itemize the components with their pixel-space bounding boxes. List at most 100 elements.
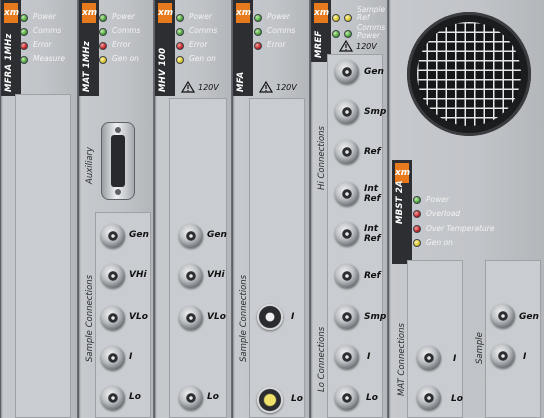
led-label: Power [426,195,449,204]
led-label: Error [33,40,52,49]
auxiliary-label: Auxiliary [85,146,95,184]
led-power-indicator [254,12,265,23]
led-gen-on-indicator [99,54,110,65]
warning-icon [181,81,195,93]
warning-icon [339,40,353,52]
bnc-smp-connector[interactable] [335,100,359,124]
led-label: Error [112,40,131,49]
mat-connections-label: MAT Connections [397,323,407,396]
binding-post-lo-connector[interactable] [257,387,283,413]
module-badge: xm MREF [311,0,331,62]
brand-logo: xm [314,3,329,23]
bnc-vhi-connector[interactable] [179,264,203,288]
led-label: Gen on [426,238,453,247]
led-label: Power [189,12,212,21]
module-badge: xm MBST 2A [392,160,412,264]
sample-connections-label: Sample Connections [85,274,95,362]
led-power-indicator [20,12,31,23]
module-mfra: xm MFRA 1MHz Power Comms Error Measure [0,0,78,418]
bnc-lo-connector[interactable] [335,386,359,410]
bnc-smp-connector[interactable] [335,305,359,329]
led-label: Error [267,40,286,49]
bnc-int-ref-connector[interactable] [335,222,359,246]
led-power-indicator [344,28,355,39]
connector-label: Ref [364,271,381,281]
led-label: Measure [33,54,66,63]
connector-label: Smp [364,107,387,117]
connector-label: Gen [519,312,539,322]
led-label: Over Temperature [426,224,495,233]
led-gen-on-indicator [413,237,424,248]
connector-label: I [453,354,457,364]
connector-label: I [291,312,295,322]
sample-connections-label: Sample Connections [239,274,249,362]
module-badge: xm MHV 100 [155,0,175,96]
connector-label: Gen [207,230,227,240]
connector-label: Lo [207,392,219,402]
led-comms-indicator [176,26,187,37]
bnc-lo-connector[interactable] [179,386,203,410]
lo-connections-label: Lo Connections [317,326,327,392]
led-sample-ref-indicator [332,12,343,23]
voltage-label: 120V [276,83,297,92]
led-power-indicator [99,12,110,23]
brand-logo: xm [158,3,173,23]
led-error-indicator [254,40,265,51]
module-name: MFA [236,71,246,92]
module-name: MHV 100 [158,47,168,92]
module-name: MREF [314,30,324,58]
blank-panel [15,94,71,418]
connector-label: Smp [364,312,387,322]
led-comms-indicator [332,28,343,39]
led-power-indicator [413,194,424,205]
connector-label: Lo [291,394,303,404]
binding-post-i-connector[interactable] [257,304,283,330]
led-comms-indicator [254,26,265,37]
connector-label: VLo [207,312,226,322]
led-sample-ref-indicator [344,12,355,23]
led-over-temperature-indicator [413,223,424,234]
blank-panel [169,98,227,418]
voltage-label: 120V [198,83,219,92]
bnc-int-ref-connector[interactable] [335,182,359,206]
led-error-indicator [176,40,187,51]
connector-label: I [367,352,371,362]
auxiliary-db-connector[interactable] [101,122,135,200]
connector-label: VHi [207,270,225,280]
bnc-gen-connector[interactable] [335,60,359,84]
connector-label: Gen [129,230,149,240]
instrument-rack: xm MFRA 1MHz Power Comms Error Measure x… [0,0,544,418]
voltage-label: 120V [356,42,377,51]
led-label: Comms [112,26,141,35]
bnc-i-connector[interactable] [335,345,359,369]
bnc-gen-connector[interactable] [101,224,125,248]
bnc-lo-connector[interactable] [417,386,441,410]
bnc-gen-connector[interactable] [179,224,203,248]
led-gen-on-indicator [176,54,187,65]
module-mref: xm MREF Sample Ref Comms Power 120V Hi C… [310,0,388,418]
bnc-i-connector[interactable] [491,344,515,368]
connector-label: Int Ref [364,224,381,244]
led-label: Power [112,12,135,21]
bnc-vlo-connector[interactable] [101,306,125,330]
connector-label: VLo [129,312,148,322]
led-overload-indicator [413,208,424,219]
module-name: MBST 2A [395,180,405,224]
bnc-ref-connector[interactable] [335,264,359,288]
module-mbst: xm MBST 2A Power Overload Over Temperatu… [388,0,544,418]
bnc-gen-connector[interactable] [491,304,515,328]
connector-label: Gen [364,67,384,77]
led-measure-indicator [20,54,31,65]
sample-label: Sample [475,332,485,364]
connector-label: Lo [451,394,463,404]
bnc-ref-connector[interactable] [335,140,359,164]
bnc-i-connector[interactable] [101,346,125,370]
led-label: Overload [426,209,461,218]
bnc-i-connector[interactable] [417,346,441,370]
led-comms-indicator [99,26,110,37]
bnc-vhi-connector[interactable] [101,264,125,288]
bnc-vlo-connector[interactable] [179,306,203,330]
led-label: Gen on [112,54,139,63]
bnc-lo-connector[interactable] [101,386,125,410]
connector-label: I [129,352,133,362]
